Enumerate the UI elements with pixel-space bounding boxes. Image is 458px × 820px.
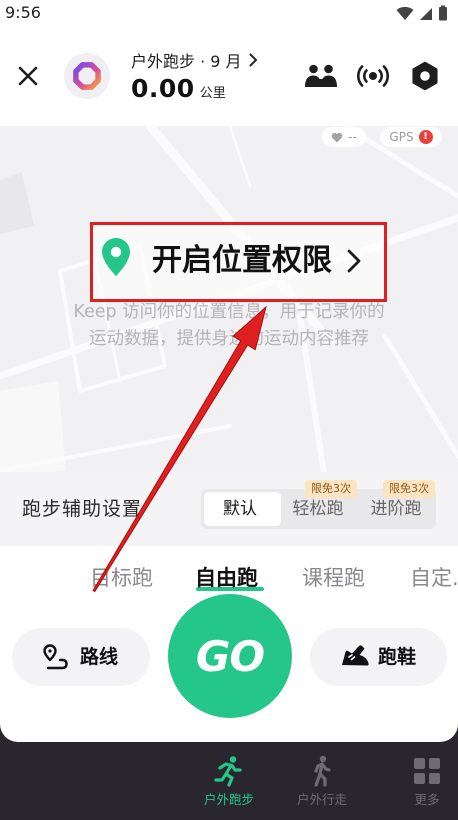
gps-badge[interactable]: GPS !	[380, 127, 442, 147]
free-trial-badge: 限免3次	[305, 480, 357, 498]
status-icons	[396, 4, 448, 21]
gps-label: GPS	[389, 130, 414, 144]
distance-value: 0.00	[131, 74, 195, 103]
main-card: 9:56 户外跑步 · 9 月 0.00 公里 -- GPS ! 开启位置权限 …	[0, 0, 458, 742]
location-pin-icon	[102, 238, 130, 276]
nav-item-more[interactable]: 更多	[397, 754, 457, 814]
run-assist-label: 跑步辅助设置	[22, 498, 143, 520]
distance-summary: 0.00 公里	[131, 73, 226, 105]
sport-logo-button[interactable]	[64, 53, 110, 99]
heart-rate-badge: --	[322, 127, 366, 147]
nav-label: 更多	[414, 792, 440, 807]
group-run-button[interactable]	[303, 60, 339, 92]
tab-course-run[interactable]: 课程跑	[302, 564, 365, 592]
broadcast-button[interactable]	[355, 60, 391, 92]
nav-label: 户外跑步	[203, 792, 254, 807]
settings-hexagon-icon	[412, 61, 438, 91]
wifi-icon	[396, 6, 414, 20]
tab-custom-run[interactable]: 自定.	[410, 564, 458, 592]
broadcast-icon	[357, 65, 389, 87]
nav-item-outdoor-walk[interactable]: 户外行走	[292, 754, 352, 814]
gps-alert-icon: !	[418, 130, 433, 144]
close-icon	[18, 66, 38, 86]
segment-option-default[interactable]: 默认	[201, 489, 279, 529]
heart-rate-value: --	[348, 130, 357, 144]
grid-icon	[414, 758, 440, 784]
sport-month-selector[interactable]: 户外跑步 · 9 月	[131, 48, 258, 72]
signal-icon	[420, 8, 432, 20]
free-trial-badge: 限免3次	[383, 480, 435, 498]
close-button[interactable]	[13, 61, 43, 91]
chevron-right-icon	[347, 249, 361, 273]
status-time: 9:56	[5, 3, 41, 22]
go-button[interactable]: GO	[168, 594, 292, 718]
route-icon	[43, 644, 68, 670]
ring-logo-icon	[64, 53, 110, 99]
shoes-label: 跑鞋	[378, 646, 417, 668]
tab-target-run[interactable]: 目标跑	[90, 564, 153, 592]
permission-title: 开启位置权限	[152, 243, 332, 278]
permission-description: Keep 访问你的位置信息，用于记录你的 运动数据，提供身边的运动内容推荐	[0, 299, 458, 353]
tab-free-run[interactable]: 自由跑	[195, 564, 258, 592]
permission-description-line: Keep 访问你的位置信息，用于记录你的	[73, 302, 385, 322]
walking-icon	[314, 755, 331, 787]
go-label: GO	[195, 631, 265, 681]
route-label: 路线	[80, 646, 119, 668]
app-screen: 9:56 户外跑步 · 9 月 0.00 公里 -- GPS ! 开启位置权限 …	[0, 0, 458, 820]
group-run-icon	[305, 64, 337, 87]
running-icon	[214, 756, 242, 787]
nav-item-outdoor-run[interactable]: 户外跑步	[199, 754, 259, 814]
settings-button[interactable]	[407, 60, 443, 92]
heart-icon	[331, 132, 343, 142]
page-title: 户外跑步 · 9 月	[131, 52, 242, 71]
route-button[interactable]: 路线	[12, 628, 150, 686]
nav-label: 户外行走	[296, 792, 347, 807]
distance-unit: 公里	[199, 86, 226, 101]
shoes-button[interactable]: 跑鞋	[310, 628, 447, 686]
bottom-nav: 户外跑步 户外行走 更多	[0, 742, 458, 820]
run-assist-row: 跑步辅助设置 默认 轻松跑 进阶跑 限免3次 限免3次	[0, 472, 458, 546]
battery-icon	[439, 5, 447, 21]
chevron-right-icon	[249, 53, 257, 67]
shoe-icon	[342, 645, 369, 666]
location-permission-button[interactable]: 开启位置权限	[92, 224, 384, 299]
permission-description-line: 运动数据，提供身边的运动内容推荐	[89, 329, 369, 349]
